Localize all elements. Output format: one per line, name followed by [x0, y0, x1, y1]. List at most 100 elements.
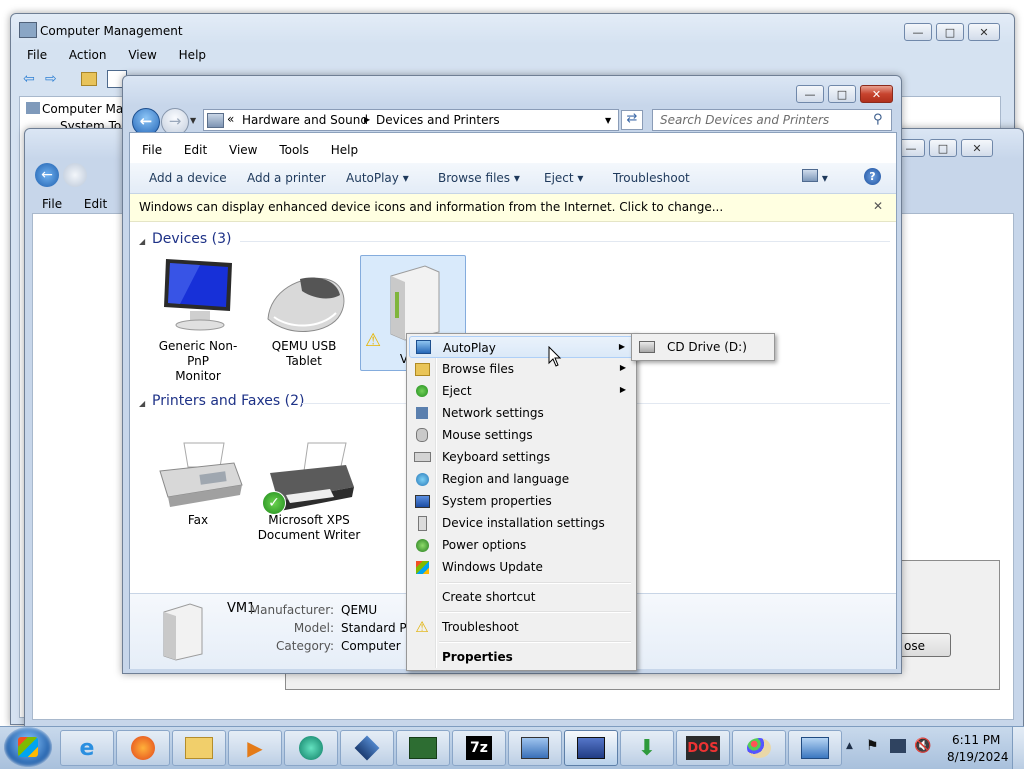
network-tray-icon[interactable] [890, 739, 906, 753]
address-dropdown-icon[interactable]: ▼ [605, 116, 611, 125]
menu-item-troubleshoot[interactable]: ⚠ Troubleshoot [409, 616, 634, 638]
collapse-icon[interactable]: ◢ [139, 399, 145, 408]
menu-file[interactable]: File [27, 48, 47, 62]
menu-item-power-options[interactable]: Power options [409, 534, 634, 556]
computer-tower-icon [163, 603, 203, 661]
computer-icon [26, 102, 40, 114]
folder-up-icon[interactable] [81, 72, 97, 86]
show-desktop-button[interactable] [1012, 727, 1024, 769]
troubleshoot-button[interactable]: Troubleshoot [613, 171, 690, 185]
show-hidden-icons[interactable]: ▲ [846, 741, 853, 751]
device-monitor[interactable]: Generic Non-PnP Monitor [148, 253, 248, 383]
menu-item-eject[interactable]: Eject ▶ [409, 380, 634, 402]
volume-muted-icon[interactable]: 🔇 [914, 738, 931, 754]
taskbar-media-player[interactable]: ▶ [228, 730, 282, 766]
media-player-icon: ▶ [247, 736, 263, 760]
collapse-icon[interactable]: ◢ [139, 237, 145, 246]
menu-file[interactable]: File [142, 143, 162, 157]
maximize-button[interactable]: □ [929, 139, 957, 157]
close-button[interactable]: ✕ [968, 23, 1000, 41]
autoplay-button[interactable]: AutoPlay ▾ [346, 171, 409, 185]
menu-item-browse-files[interactable]: Browse files ▶ [409, 358, 634, 380]
taskbar-downloader[interactable]: ⬇ [620, 730, 674, 766]
printer-fax[interactable]: Fax [148, 433, 248, 533]
information-bar[interactable]: Windows can display enhanced device icon… [130, 194, 896, 222]
menu-item-properties[interactable]: Properties [409, 646, 634, 668]
refresh-icon[interactable]: ⇄ [621, 110, 643, 130]
search-input[interactable]: Search Devices and Printers [652, 109, 892, 131]
menu-view[interactable]: View [128, 48, 156, 62]
close-button[interactable]: ✕ [860, 85, 893, 103]
breadcrumb-separator-icon: ▶ [364, 115, 371, 124]
printer-xps[interactable]: ✓ Microsoft XPS Document Writer [254, 433, 364, 543]
menu-view[interactable]: View [229, 143, 257, 157]
forward-icon[interactable]: ⇨ [45, 71, 57, 87]
menu-item-windows-update[interactable]: Windows Update [409, 556, 634, 578]
eject-button[interactable]: Eject ▾ [544, 171, 583, 185]
detail-key: Manufacturer: [249, 603, 334, 617]
taskbar-dosbox[interactable]: DOS [676, 730, 730, 766]
device-usb-tablet[interactable]: QEMU USB Tablet [254, 253, 354, 373]
help-icon[interactable]: ? [864, 168, 881, 185]
taskbar-7zip[interactable]: 7z [452, 730, 506, 766]
breadcrumb-overflow[interactable]: « [227, 112, 234, 126]
maximize-button[interactable]: □ [936, 23, 964, 41]
menu-item-device-installation[interactable]: Device installation settings [409, 512, 634, 534]
breadcrumb-devices-and-printers[interactable]: Devices and Printers [376, 113, 500, 127]
menu-help[interactable]: Help [179, 48, 206, 62]
taskbar-virtualbox[interactable] [340, 730, 394, 766]
recent-pages-dropdown[interactable]: ▼ [190, 116, 196, 125]
breadcrumb-hardware-and-sound[interactable]: Hardware and Sound [242, 113, 368, 127]
menu-item-system-properties[interactable]: System properties [409, 490, 634, 512]
devices-group-header[interactable]: Devices (3) [152, 231, 231, 247]
menu-item-create-shortcut[interactable]: Create shortcut [409, 586, 634, 608]
firefox-icon [131, 736, 155, 760]
taskbar-firefox[interactable] [116, 730, 170, 766]
forward-icon[interactable] [63, 163, 87, 187]
view-options-icon[interactable]: ▾ [802, 169, 828, 185]
menu-edit[interactable]: Edit [184, 143, 207, 157]
tree-item[interactable]: Computer Ma [42, 102, 123, 116]
back-icon[interactable]: ⇦ [23, 71, 35, 87]
menu-item-autoplay[interactable]: AutoPlay ▶ [409, 336, 634, 358]
maximize-button[interactable]: □ [828, 85, 856, 103]
detail-value: Standard PC [341, 621, 416, 635]
close-button[interactable]: ✕ [961, 139, 993, 157]
information-bar-text: Windows can display enhanced device icon… [139, 200, 724, 214]
taskbar-internet-explorer[interactable]: e [60, 730, 114, 766]
clock-time[interactable]: 6:11 PM [952, 733, 1000, 747]
add-device-button[interactable]: Add a device [149, 171, 227, 185]
start-button[interactable] [4, 727, 52, 767]
clock-date[interactable]: 8/19/2024 [947, 750, 1009, 764]
menu-edit[interactable]: Edit [84, 197, 107, 211]
menu-help[interactable]: Help [331, 143, 358, 157]
taskbar-control-panel[interactable] [788, 730, 842, 766]
menu-item-region-language[interactable]: Region and language [409, 468, 634, 490]
menu-item-keyboard-settings[interactable]: Keyboard settings [409, 446, 634, 468]
taskbar-remote-desktop[interactable] [508, 730, 562, 766]
taskbar-devices-and-printers[interactable] [564, 730, 618, 766]
taskbar-file-explorer[interactable] [172, 730, 226, 766]
browse-files-button[interactable]: Browse files ▾ [438, 171, 520, 185]
menu-tools[interactable]: Tools [279, 143, 309, 157]
minimize-button[interactable]: — [904, 23, 932, 41]
menu-action[interactable]: Action [69, 48, 107, 62]
taskbar-hardware[interactable] [396, 730, 450, 766]
action-center-flag-icon[interactable]: ⚑ [866, 738, 879, 754]
printers-group-header[interactable]: Printers and Faxes (2) [152, 393, 305, 409]
add-printer-button[interactable]: Add a printer [247, 171, 326, 185]
menu-file[interactable]: File [42, 197, 62, 211]
submenu-arrow-icon: ▶ [618, 342, 625, 351]
back-icon[interactable]: ← [35, 163, 59, 187]
menu-item-network-settings[interactable]: Network settings [409, 402, 634, 424]
circuit-board-icon [409, 737, 437, 759]
address-bar[interactable]: « Hardware and Sound ▶ Devices and Print… [203, 109, 619, 131]
menu-item-mouse-settings[interactable]: Mouse settings [409, 424, 634, 446]
close-dialog-label: ose [904, 639, 925, 653]
search-icon[interactable]: ⚲ [873, 112, 883, 127]
menu-item-cd-drive[interactable]: CD Drive (D:) [634, 336, 772, 358]
taskbar-paint[interactable] [732, 730, 786, 766]
taskbar-app-circle[interactable] [284, 730, 338, 766]
minimize-button[interactable]: — [796, 85, 824, 103]
close-icon[interactable]: ✕ [873, 199, 883, 213]
